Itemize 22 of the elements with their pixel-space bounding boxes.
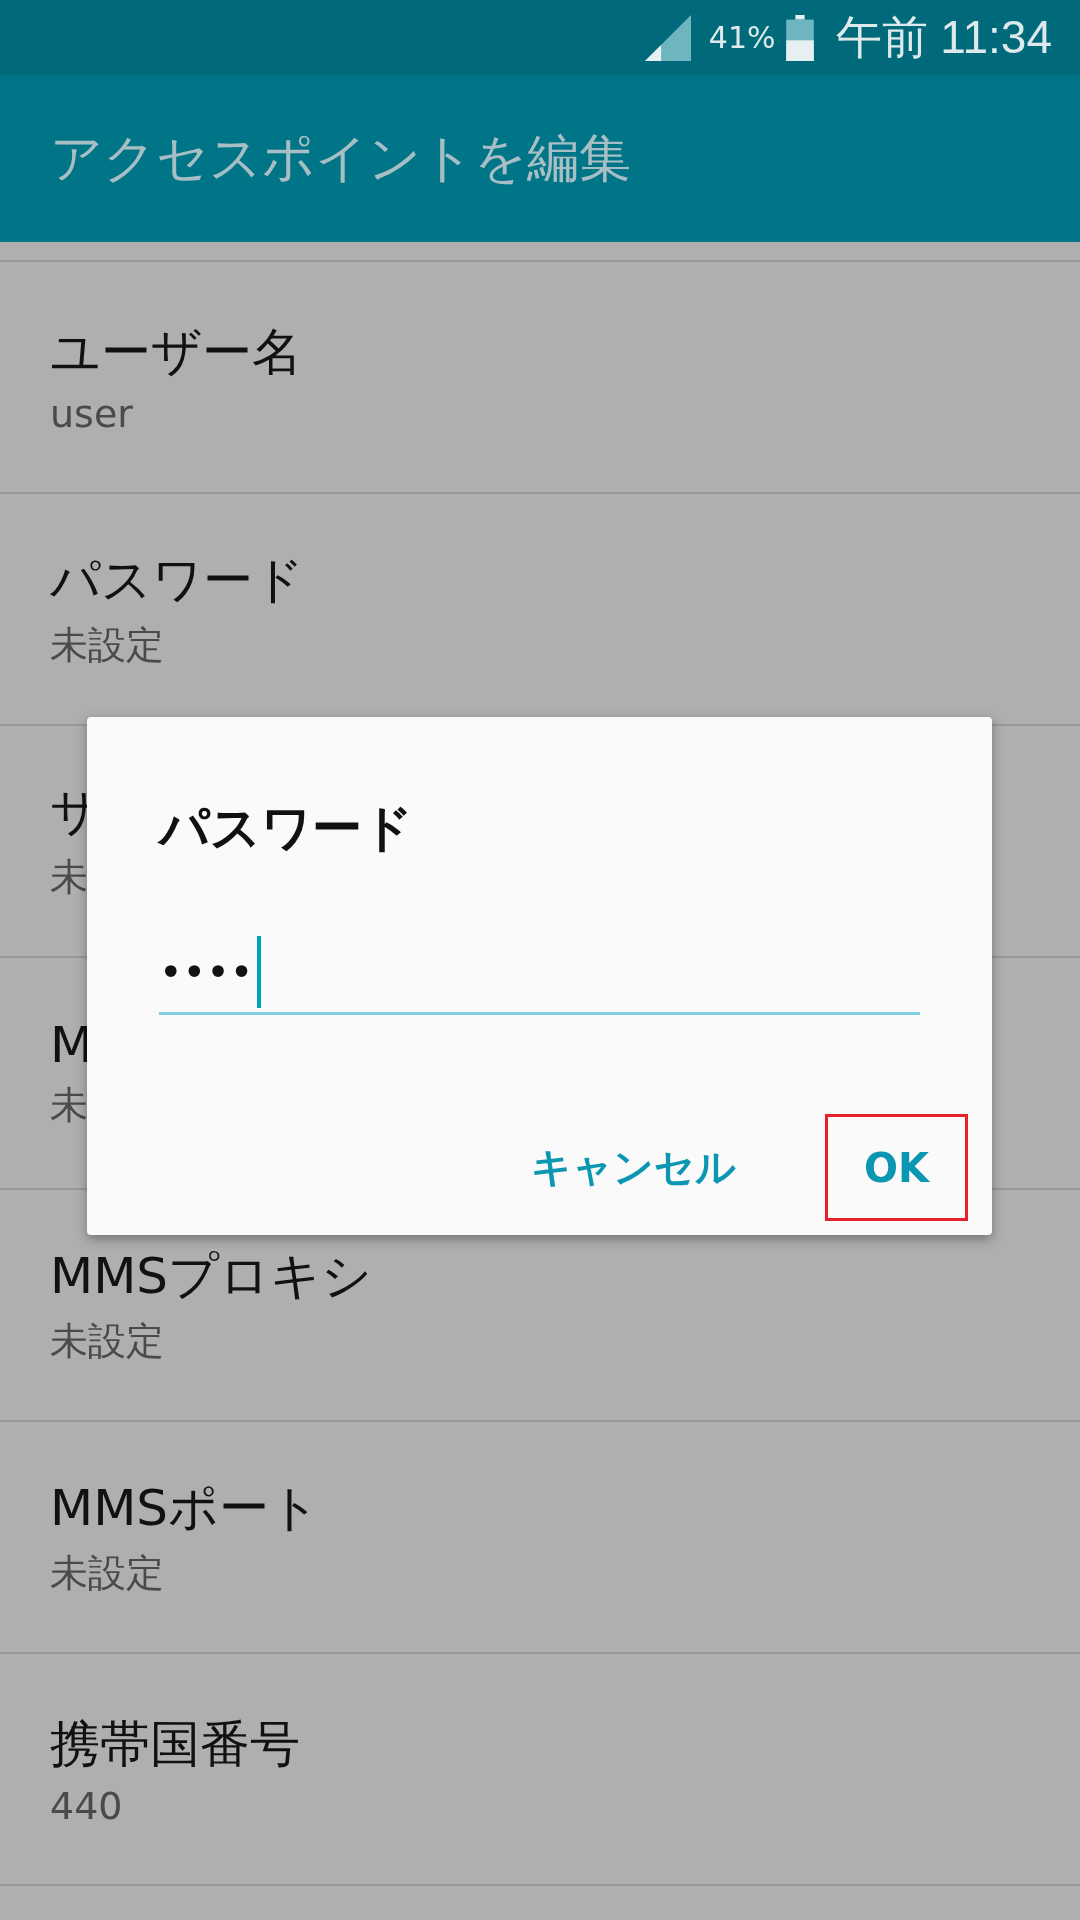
settings-row[interactable]: MMSポート 未設定 — [0, 1422, 1080, 1654]
dialog-title: パスワード — [159, 798, 413, 859]
setting-title: MMSプロキシ — [50, 1246, 373, 1307]
setting-value: 未設定 — [50, 1318, 164, 1365]
setting-title: ユーザー名 — [50, 321, 302, 383]
setting-value: 未 — [50, 1081, 88, 1129]
password-field[interactable]: •••• — [159, 932, 920, 1015]
signal-icon — [644, 14, 691, 61]
setting-value: 未設定 — [50, 622, 164, 669]
setting-title: パスワード — [50, 550, 304, 611]
clock: 午前 11:34 — [835, 9, 1052, 65]
setting-value: user — [50, 391, 133, 436]
setting-title: 携帯国番号 — [50, 1713, 300, 1775]
battery-icon — [785, 14, 814, 61]
setting-title: MMSポート — [50, 1478, 321, 1539]
setting-value: 未設定 — [50, 1550, 164, 1597]
setting-value: 未 — [50, 854, 88, 901]
settings-row[interactable]: 携帯国番号 440 — [0, 1654, 1080, 1886]
screen-title: アクセスポイントを編集 — [50, 126, 631, 190]
settings-row[interactable]: ユーザー名 user — [0, 262, 1080, 494]
setting-value: 440 — [50, 1783, 123, 1828]
battery-percent: 41% — [708, 20, 776, 55]
